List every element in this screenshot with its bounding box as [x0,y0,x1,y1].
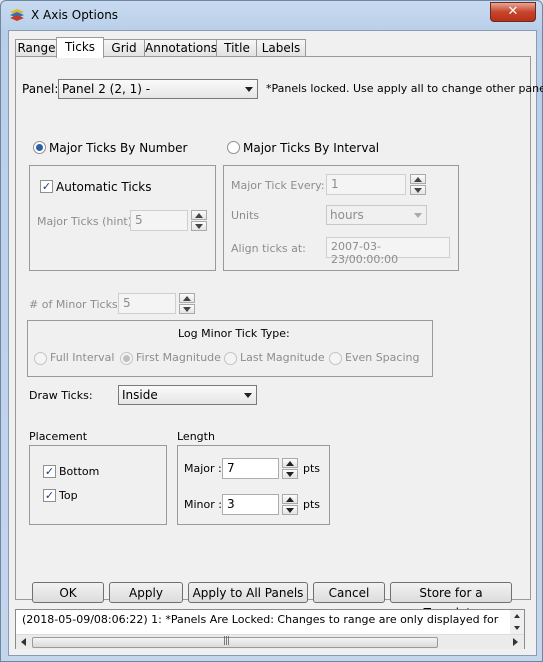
length-group: Major : 7 pts Minor : 3 pts [177,445,330,525]
major-length-label: Major : [184,462,222,475]
major-tick-every-stepper[interactable] [410,174,426,195]
units-select[interactable]: hours [326,205,427,225]
bottom-label: Bottom [59,465,100,478]
minor-length-field[interactable]: 3 [222,494,279,515]
major-ticks-hint-label: Major Ticks (hint): [37,215,136,228]
apply-all-panels-button[interactable]: Apply to All Panels [188,582,308,603]
chevron-down-icon [245,87,253,92]
spin-up-icon[interactable] [282,458,298,468]
draw-ticks-label: Draw Ticks: [29,389,93,402]
major-by-interval-radio[interactable] [227,141,240,154]
major-by-number-radio[interactable] [33,141,46,154]
title-bar[interactable]: X Axis Options ✕ [1,1,542,29]
chevron-down-icon [414,213,422,218]
major-ticks-hint-stepper[interactable] [191,210,207,231]
spin-down-icon[interactable] [191,221,207,231]
tab-title[interactable]: Title [216,39,258,56]
spin-down-icon[interactable] [179,304,195,314]
horizontal-scroll-thumb[interactable]: ||| [32,636,438,648]
units-label: Units [231,209,260,222]
first-magnitude-radio[interactable] [120,352,133,365]
minor-ticks-field[interactable]: 5 [118,293,176,314]
full-interval-radio[interactable] [34,352,47,365]
tab-ticks[interactable]: Ticks [56,37,104,58]
dialog-client-area: Range Ticks Grid Annotations Title Label… [8,30,543,656]
ticks-tab-panel: Panel: Panel 2 (2, 1) - *Panels locked. … [15,56,543,600]
major-length-stepper[interactable] [282,458,298,479]
even-spacing-radio[interactable] [329,352,342,365]
spin-down-icon[interactable] [282,469,298,479]
grip-icon: ||| [223,636,230,646]
minor-ticks-label: # of Minor Ticks: [29,298,122,311]
first-magnitude-label: First Magnitude [136,351,221,364]
panels-locked-note: *Panels locked. Use apply all to change … [266,82,543,95]
align-ticks-field[interactable]: 2007-03-23/00:00:00 [326,237,450,266]
horizontal-scrollbar[interactable]: ||| [16,634,524,649]
units-select-value: hours [330,208,364,222]
apply-button[interactable]: Apply [109,582,183,603]
scroll-arrows-icon [514,614,520,630]
minor-length-stepper[interactable] [282,494,298,515]
even-spacing-label: Even Spacing [345,351,420,364]
dialog-window: X Axis Options ✕ Range Ticks Grid Annota… [0,0,543,662]
major-by-number-group: ✓ Automatic Ticks Major Ticks (hint): 5 [29,165,216,271]
draw-ticks-select[interactable]: Inside [118,385,257,405]
cancel-button[interactable]: Cancel [313,582,385,603]
app-icon [10,9,24,21]
placement-title: Placement [29,430,88,443]
major-length-field[interactable]: 7 [222,458,279,479]
close-button[interactable]: ✕ [490,2,536,22]
full-interval-label: Full Interval [50,351,115,364]
spin-up-icon[interactable] [179,293,195,303]
status-message: (2018-05-09/08:06:22) 1: *Panels Are Loc… [22,613,502,626]
length-title: Length [177,430,215,443]
tab-annotations[interactable]: Annotations [144,39,218,56]
minor-length-label: Minor : [184,498,222,511]
log-minor-tick-group: Log Minor Tick Type: Full Interval First… [27,320,433,377]
bottom-checkbox[interactable]: ✓ [43,465,56,478]
tab-grid[interactable]: Grid [102,39,146,56]
major-by-number-label: Major Ticks By Number [49,141,188,155]
major-tick-every-label: Major Tick Every: [231,179,325,192]
spin-up-icon[interactable] [282,494,298,504]
scroll-right-icon[interactable] [511,637,520,647]
log-minor-tick-title: Log Minor Tick Type: [178,327,290,340]
store-template-button[interactable]: Store for a Template [390,582,512,620]
chevron-down-icon [244,393,252,398]
spin-down-icon[interactable] [282,505,298,515]
automatic-ticks-checkbox[interactable]: ✓ [40,180,53,193]
minor-length-unit: pts [303,498,321,511]
major-by-interval-label: Major Ticks By Interval [243,141,380,155]
status-log[interactable]: (2018-05-09/08:06:22) 1: *Panels Are Loc… [15,609,525,649]
top-checkbox[interactable]: ✓ [43,489,56,502]
spin-up-icon[interactable] [410,174,426,184]
major-length-unit: pts [303,462,321,475]
automatic-ticks-label: Automatic Ticks [56,180,152,194]
panel-select-value: Panel 2 (2, 1) - [62,82,151,96]
align-ticks-label: Align ticks at: [231,242,306,255]
panel-select[interactable]: Panel 2 (2, 1) - [58,79,258,99]
draw-ticks-value: Inside [122,388,158,402]
spin-down-icon[interactable] [410,185,426,195]
placement-group: ✓ Bottom ✓ Top [29,445,167,525]
ok-button[interactable]: OK [32,582,104,603]
panel-label: Panel: [22,82,59,96]
window-title: X Axis Options [31,8,119,22]
scroll-left-icon[interactable] [19,637,28,647]
last-magnitude-label: Last Magnitude [240,351,325,364]
vertical-scrollbar[interactable] [510,610,524,634]
tab-range[interactable]: Range [15,39,58,56]
major-by-interval-group: Major Tick Every: 1 Units hours Align ti… [223,165,459,271]
spin-up-icon[interactable] [191,210,207,220]
minor-ticks-stepper[interactable] [179,293,195,314]
last-magnitude-radio[interactable] [224,352,237,365]
major-ticks-hint-field[interactable]: 5 [130,210,188,231]
major-tick-every-field[interactable]: 1 [326,174,406,195]
top-label: Top [59,489,78,502]
tab-labels[interactable]: Labels [256,39,306,56]
